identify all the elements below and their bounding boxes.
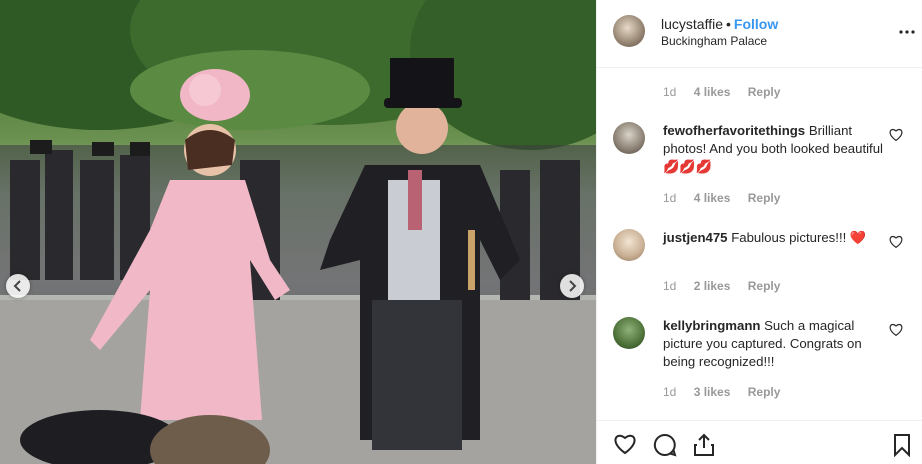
commenter-avatar[interactable] [613, 229, 645, 261]
author-line: lucystaffie • Follow [661, 16, 778, 32]
reply-button[interactable]: Reply [748, 385, 781, 399]
comments-list[interactable]: 1d 4 likes Reply fewofherfavoritethings … [597, 69, 922, 421]
location-link[interactable]: Buckingham Palace [661, 34, 767, 48]
like-comment-heart-icon[interactable] [889, 323, 903, 336]
separator-dot: • [726, 16, 731, 32]
chevron-left-icon [13, 280, 21, 292]
comment-likes[interactable]: 4 likes [694, 191, 731, 205]
commenter-username[interactable]: fewofherfavoritethings [663, 123, 805, 138]
comment-meta: 1d 4 likes Reply [663, 191, 794, 205]
share-icon[interactable] [693, 433, 715, 457]
author-username[interactable]: lucystaffie [661, 16, 723, 32]
comment-body: fewofherfavoritethings Brilliant photos!… [663, 122, 889, 176]
post-sidebar: lucystaffie • Follow Buckingham Palace 1d … [596, 0, 922, 464]
like-comment-heart-icon[interactable] [889, 128, 903, 141]
commenter-username[interactable]: kellybringmann [663, 318, 760, 333]
more-icon[interactable] [899, 30, 915, 34]
post-photo[interactable] [0, 0, 596, 464]
comment-time: 1d [663, 191, 677, 205]
comment-likes[interactable]: 3 likes [694, 385, 731, 399]
chevron-right-icon [569, 280, 577, 292]
bookmark-icon[interactable] [893, 433, 911, 457]
like-comment-heart-icon[interactable] [889, 235, 903, 248]
comment-time: 1d [663, 385, 677, 399]
heart-icon[interactable] [613, 433, 637, 455]
follow-button[interactable]: Follow [734, 16, 778, 32]
comment-meta: 1d 3 likes Reply [663, 385, 794, 399]
commenter-avatar[interactable] [613, 317, 645, 349]
next-photo-button[interactable] [560, 274, 584, 298]
comment-likes[interactable]: 2 likes [694, 279, 731, 293]
reply-button[interactable]: Reply [748, 191, 781, 205]
previous-comment-meta: 1d 4 likes Reply [663, 85, 794, 99]
commenter-username[interactable]: justjen475 [663, 230, 728, 245]
comment-text: Fabulous pictures!!! ❤️ [731, 230, 867, 245]
commenter-avatar[interactable] [613, 122, 645, 154]
post-header: lucystaffie • Follow Buckingham Palace [597, 0, 922, 68]
comment-time: 1d [663, 279, 677, 293]
reply-button[interactable]: Reply [748, 85, 781, 99]
reply-button[interactable]: Reply [748, 279, 781, 293]
photo-illustration [0, 0, 596, 464]
previous-photo-button[interactable] [6, 274, 30, 298]
comment-meta: 1d 2 likes Reply [663, 279, 794, 293]
author-avatar[interactable] [613, 15, 645, 47]
post-actions-bar [597, 420, 922, 464]
comment-body: kellybringmann Such a magical picture yo… [663, 317, 889, 371]
comment-likes[interactable]: 4 likes [694, 85, 731, 99]
comment-icon[interactable] [653, 433, 677, 457]
comment-body: justjen475 Fabulous pictures!!! ❤️ [663, 229, 889, 247]
comment-time: 1d [663, 85, 677, 99]
